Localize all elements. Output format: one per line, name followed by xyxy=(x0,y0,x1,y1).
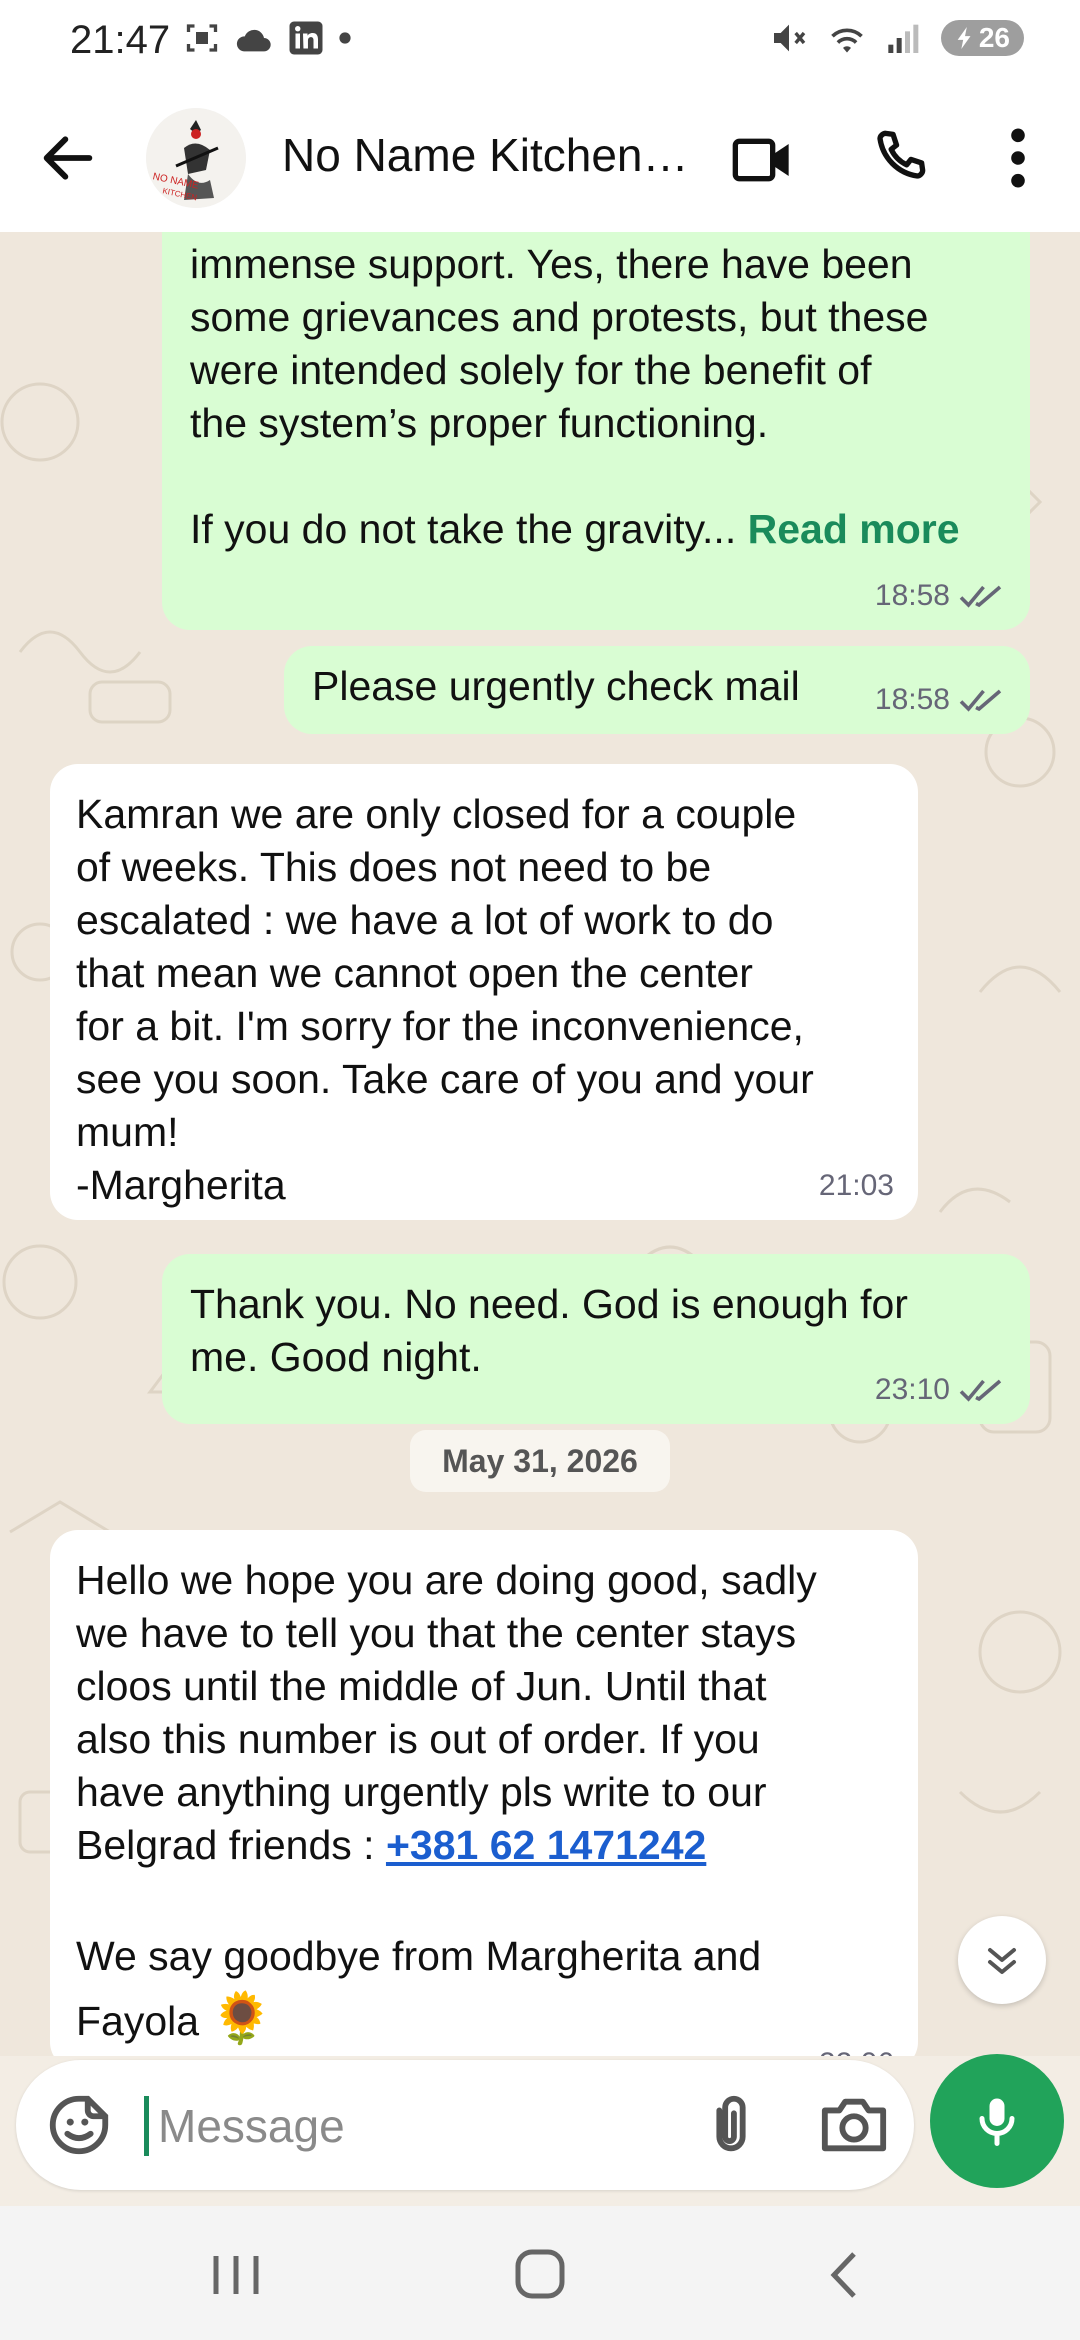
message-bubble-outgoing[interactable]: Please urgently check mail 18:58 xyxy=(284,646,1030,734)
message-text: Hello we hope you are doing good, sadly … xyxy=(76,1554,890,2052)
message-line: mum! xyxy=(76,1109,179,1155)
message-meta: 18:58 xyxy=(875,673,1006,726)
message-line: Fayola xyxy=(76,1998,200,2044)
message-line: of weeks. This does not need to be xyxy=(76,844,712,890)
screenshot-icon xyxy=(186,24,218,52)
message-line: escalated : we have a lot of work to do xyxy=(76,897,774,943)
message-bubble-outgoing[interactable]: Thank you. No need. God is enough for me… xyxy=(162,1254,1030,1424)
message-meta: 18:58 xyxy=(875,569,1006,622)
message-line: If you do not take the gravity... xyxy=(190,506,737,552)
dot-icon xyxy=(339,32,351,44)
message-time: 21:03 xyxy=(818,1169,894,1202)
message-line: Thank you. No need. God is enough for xyxy=(190,1281,908,1327)
avatar[interactable]: NO NAME KITCHEN xyxy=(146,108,246,208)
microphone-icon xyxy=(979,2098,1015,2146)
compose-bar xyxy=(16,2060,914,2190)
chat-header: NO NAME KITCHEN No Name Kitchen… xyxy=(0,84,1080,232)
message-meta: 21:03 xyxy=(819,1159,894,1212)
message-time: 18:58 xyxy=(874,683,950,716)
sunflower-emoji: 🌻 xyxy=(210,1990,273,2046)
voice-message-button[interactable] xyxy=(930,2054,1064,2188)
video-call-icon[interactable] xyxy=(730,128,794,192)
home-icon[interactable] xyxy=(510,2248,570,2302)
message-bubble-incoming[interactable]: Hello we hope you are doing good, sadly … xyxy=(50,1530,918,2056)
message-text: Kamran we are only closed for a couple o… xyxy=(76,788,890,1212)
battery-level: 26 xyxy=(978,22,1010,53)
message-line: were intended solely for the benefit of xyxy=(190,347,872,393)
message-line: the system’s proper functioning. xyxy=(190,400,769,446)
chat-title[interactable]: No Name Kitchen… xyxy=(282,128,689,182)
message-time: 18:58 xyxy=(874,579,950,612)
message-line: have anything urgently pls write to our xyxy=(76,1769,767,1815)
message-meta: 23:10 xyxy=(875,1363,1006,1416)
double-check-icon xyxy=(959,689,1002,712)
message-meta: 22:06 xyxy=(819,2037,894,2056)
message-line: Kamran we are only closed for a couple xyxy=(76,791,797,837)
recent-apps-icon[interactable] xyxy=(206,2248,266,2302)
date-divider: May 31, 2026 xyxy=(410,1430,670,1492)
signal-icon xyxy=(888,24,919,53)
message-bubble-incoming[interactable]: Kamran we are only closed for a couple o… xyxy=(50,764,918,1220)
camera-icon[interactable] xyxy=(816,2090,892,2160)
message-line: we have to tell you that the center stay… xyxy=(76,1610,797,1656)
message-line: see you soon. Take care of you and your xyxy=(76,1056,814,1102)
message-line: immense support. Yes, there have been xyxy=(190,241,913,287)
message-line: Hello we hope you are doing good, sadly xyxy=(76,1557,817,1603)
message-line: for a bit. I'm sorry for the inconvenien… xyxy=(76,1003,804,1049)
message-time: 22:06 xyxy=(819,2037,894,2056)
phone-number-link[interactable]: +381 62 1471242 xyxy=(386,1822,706,1868)
cloud-icon xyxy=(236,29,271,52)
wifi-icon xyxy=(831,28,863,53)
sticker-icon[interactable] xyxy=(44,2090,114,2160)
battery-icon: 26 xyxy=(940,20,1024,56)
message-input[interactable] xyxy=(156,2092,680,2160)
more-vert-icon[interactable] xyxy=(1000,124,1036,192)
linkedin-icon xyxy=(289,21,323,55)
message-text: Please urgently check mail xyxy=(312,663,800,709)
message-bubble-outgoing[interactable]: immense support. Yes, there have been so… xyxy=(162,232,1030,630)
message-line: cloos until the middle of Jun. Until tha… xyxy=(76,1663,767,1709)
chat-area[interactable]: immense support. Yes, there have been so… xyxy=(0,232,1080,2056)
mute-icon xyxy=(773,24,806,52)
system-nav-bar xyxy=(0,2206,1080,2340)
status-icons-left xyxy=(184,20,352,56)
message-time: 23:10 xyxy=(874,1373,950,1406)
status-time: 21:47 xyxy=(70,18,171,62)
paperclip-icon[interactable] xyxy=(696,2090,766,2160)
double-check-icon xyxy=(959,1379,1002,1402)
status-icons-right: 26 xyxy=(769,18,1024,58)
message-line: some grievances and protests, but these xyxy=(190,294,929,340)
status-bar: 21:47 26 xyxy=(0,0,1080,84)
message-text: immense support. Yes, there have been so… xyxy=(190,238,1000,556)
scroll-to-bottom-button[interactable] xyxy=(958,1916,1046,2004)
message-line: We say goodbye from Margherita and xyxy=(76,1933,762,1979)
read-more-link[interactable]: Read more xyxy=(748,506,960,552)
double-check-icon xyxy=(959,585,1002,608)
message-line: -Margherita xyxy=(76,1162,286,1208)
message-line: also this number is out of order. If you xyxy=(76,1716,760,1762)
chevron-double-down-icon xyxy=(988,1948,1016,1974)
message-line: that mean we cannot open the center xyxy=(76,950,753,996)
back-arrow-icon[interactable] xyxy=(36,126,100,190)
text-cursor xyxy=(144,2096,149,2156)
nav-back-icon[interactable] xyxy=(814,2248,874,2302)
message-line: Belgrad friends : xyxy=(76,1822,386,1868)
phone-icon[interactable] xyxy=(868,124,932,188)
